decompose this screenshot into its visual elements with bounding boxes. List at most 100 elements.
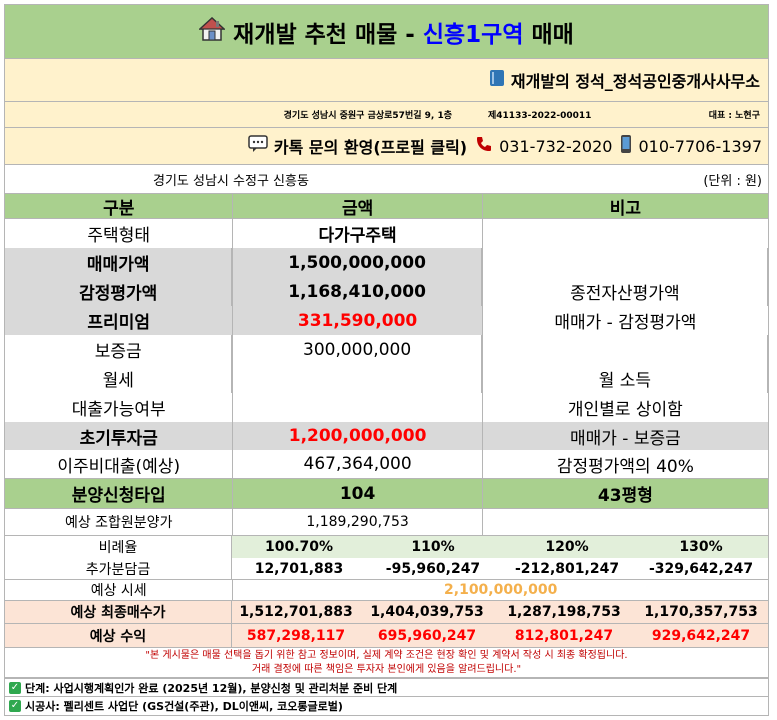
office-address: 경기도 성남시 중원구 금상로57번길 9, 1층 bbox=[283, 111, 452, 121]
row-value: 다가구주택 bbox=[233, 219, 483, 248]
contact-row: 카톡 문의 환영(프로필 클릭) 031-732-2020 010-7706-1… bbox=[4, 128, 769, 165]
additional-value: -95,960,247 bbox=[385, 560, 481, 577]
final-cost-value: 1,170,357,753 bbox=[644, 604, 758, 620]
title-accent: 신흥1구역 bbox=[422, 21, 524, 48]
member-price-row: 예상 조합원분양가 1,189,290,753 bbox=[4, 509, 769, 536]
market-value: 2,100,000,000 bbox=[444, 582, 558, 598]
row-label: 매매가액 bbox=[5, 248, 233, 277]
row-label: 프리미엄 bbox=[87, 313, 150, 333]
builder-row: ✓ 시공사: 펠리센트 사업단 (GS건설(주관), DL이앤씨, 코오롱글로벌… bbox=[4, 697, 769, 716]
additional-value: 12,701,883 bbox=[254, 560, 344, 577]
office-name: 재개발의 정석_정석공인중개사사무소 bbox=[510, 72, 760, 91]
final-cost-value: 1,287,198,753 bbox=[507, 604, 621, 620]
row-label: 초기투자금 bbox=[5, 422, 234, 450]
market-row: 예상 시세 2,100,000,000 bbox=[4, 580, 769, 601]
row-value bbox=[233, 364, 482, 393]
row-note: 종전자산평가액 bbox=[483, 277, 768, 306]
ratio-label: 비례율 bbox=[5, 536, 232, 558]
relocation-loan-row: 이주비대출(예상) 467,364,000 감정평가액의 40% bbox=[4, 450, 769, 479]
table-header: 구분 금액 비고 bbox=[4, 193, 769, 219]
profit-value: 929,642,247 bbox=[651, 627, 751, 644]
member-price-label: 예상 조합원분양가 bbox=[5, 509, 234, 535]
additional-row: 추가분담금 12,701,883 -95,960,247 -212,801,24… bbox=[4, 558, 769, 580]
header-category: 구분 bbox=[5, 194, 234, 218]
check-icon: ✓ bbox=[9, 700, 21, 712]
address-row: 경기도 성남시 중원구 금상로57번길 9, 1층 제41133-2022-00… bbox=[4, 102, 769, 128]
additional-label: 추가분담금 bbox=[5, 558, 232, 579]
row-note: 감정평가액의 40% bbox=[556, 456, 694, 477]
application-type-row: 분양신청타입 104 43평형 bbox=[4, 479, 769, 509]
row-value: 467,364,000 bbox=[233, 450, 483, 478]
row-note: 매매가 - 감정평가액 bbox=[554, 313, 697, 333]
initial-investment-row: 초기투자금 1,200,000,000 매매가 - 보증금 bbox=[4, 422, 769, 450]
location-row: 경기도 성남시 수정구 신흥동 (단위 : 원) bbox=[4, 165, 769, 193]
disclaimer-line: "본 게시물은 매물 선택을 돕기 위한 참고 정보이며, 실제 계약 조건은 … bbox=[145, 650, 628, 661]
profit-value: 695,960,247 bbox=[377, 627, 477, 644]
row-note: 매매가 - 보증금 bbox=[482, 422, 768, 450]
row-value bbox=[233, 393, 481, 422]
row-label: 감정평가액 bbox=[5, 277, 233, 306]
office-row: 재개발의 정석_정석공인중개사사무소 bbox=[4, 59, 769, 102]
application-type: 104 bbox=[233, 479, 483, 508]
profit-row: 예상 수익 587,298,117 695,960,247 812,801,24… bbox=[4, 624, 769, 647]
final-cost-row: 예상 최종매수가 1,512,701,883 1,404,039,753 1,2… bbox=[4, 601, 769, 624]
ratio-value: 100.70% bbox=[232, 536, 366, 558]
row-label: 월세 bbox=[5, 364, 233, 393]
deposit-block: 보증금 월세 대출가능여부 300,000,000 월 소득 개인별로 상이함 bbox=[4, 335, 769, 422]
header-amount: 금액 bbox=[233, 194, 483, 218]
phone-2[interactable]: 010-7706-1397 bbox=[638, 137, 762, 156]
disclaimer-line: 거래 결정에 따른 책임은 투자자 본인에게 있음을 알려드립니다." bbox=[251, 664, 522, 675]
row-label: 이주비대출(예상) bbox=[5, 450, 234, 478]
row-value: 300,000,000 bbox=[233, 335, 482, 364]
row-note: 개인별로 상이함 bbox=[567, 400, 683, 420]
kakao-link[interactable]: 카톡 문의 환영(프로필 클릭) bbox=[274, 134, 467, 158]
row-value: 1,168,410,000 bbox=[233, 277, 482, 306]
stage-text: 단계: 사업시행계획인가 완료 (2025년 12월), 분양신청 및 관리처분… bbox=[25, 681, 398, 695]
row-label: 주택형태 bbox=[5, 219, 234, 248]
location-area: 경기도 성남시 수정구 신흥동 bbox=[153, 173, 309, 189]
table-row: 주택형태 다가구주택 bbox=[4, 219, 769, 248]
house-icon bbox=[198, 16, 227, 48]
additional-value: -329,642,247 bbox=[648, 560, 754, 577]
application-size: 43평형 bbox=[597, 486, 653, 506]
row-label: 대출가능여부 bbox=[71, 400, 166, 420]
row-note bbox=[483, 219, 768, 248]
row-note bbox=[483, 335, 768, 364]
phone-1[interactable]: 031-732-2020 bbox=[499, 137, 612, 156]
registration-number: 제41133-2022-00011 bbox=[488, 111, 592, 121]
final-cost-value: 1,512,701,883 bbox=[239, 604, 353, 620]
market-label: 예상 시세 bbox=[5, 580, 234, 600]
book-icon bbox=[489, 69, 505, 91]
ratio-value: 120% bbox=[500, 536, 634, 558]
application-label: 분양신청타입 bbox=[5, 479, 234, 508]
premium-value: 331,590,000 bbox=[297, 310, 418, 331]
initial-investment-value: 1,200,000,000 bbox=[233, 422, 483, 450]
disclaimer: "본 게시물은 매물 선택을 돕기 위한 참고 정보이며, 실제 계약 조건은 … bbox=[4, 647, 769, 678]
row-value: 1,500,000,000 bbox=[233, 248, 482, 277]
header-note: 비고 bbox=[609, 198, 642, 219]
phone-icon bbox=[475, 135, 493, 157]
final-cost-label: 예상 최종매수가 bbox=[5, 601, 232, 623]
title-suffix: 매매 bbox=[531, 21, 574, 48]
additional-value: -212,801,247 bbox=[514, 560, 620, 577]
profit-label: 예상 수익 bbox=[5, 624, 232, 647]
member-price-note bbox=[483, 509, 768, 535]
ratio-value: 110% bbox=[366, 536, 500, 558]
stage-row: ✓ 단계: 사업시행계획인가 완료 (2025년 12월), 분양신청 및 관리… bbox=[4, 678, 769, 697]
title-prefix: 재개발 추천 매물 - bbox=[233, 21, 415, 48]
member-price-value: 1,189,290,753 bbox=[233, 509, 483, 535]
mobile-icon bbox=[620, 134, 632, 158]
ratio-row: 비례율 100.70% 110% 120% 130% bbox=[4, 536, 769, 558]
page-title: 재개발 추천 매물 - 신흥1구역 매매 bbox=[4, 4, 769, 59]
price-block: 매매가액 감정평가액 프리미엄 1,500,000,000 1,168,410,… bbox=[4, 248, 769, 335]
row-note bbox=[483, 248, 768, 277]
representative: 대표 : 노현구 bbox=[708, 111, 760, 121]
builder-text: 시공사: 펠리센트 사업단 (GS건설(주관), DL이앤씨, 코오롱글로벌) bbox=[25, 700, 343, 713]
profit-value: 587,298,117 bbox=[246, 627, 346, 644]
unit-label: (단위 : 원) bbox=[703, 173, 762, 189]
check-icon: ✓ bbox=[9, 681, 21, 694]
chat-icon bbox=[248, 135, 268, 157]
ratio-value: 130% bbox=[634, 536, 768, 558]
row-note: 월 소득 bbox=[483, 364, 768, 393]
final-cost-value: 1,404,039,753 bbox=[370, 604, 484, 620]
